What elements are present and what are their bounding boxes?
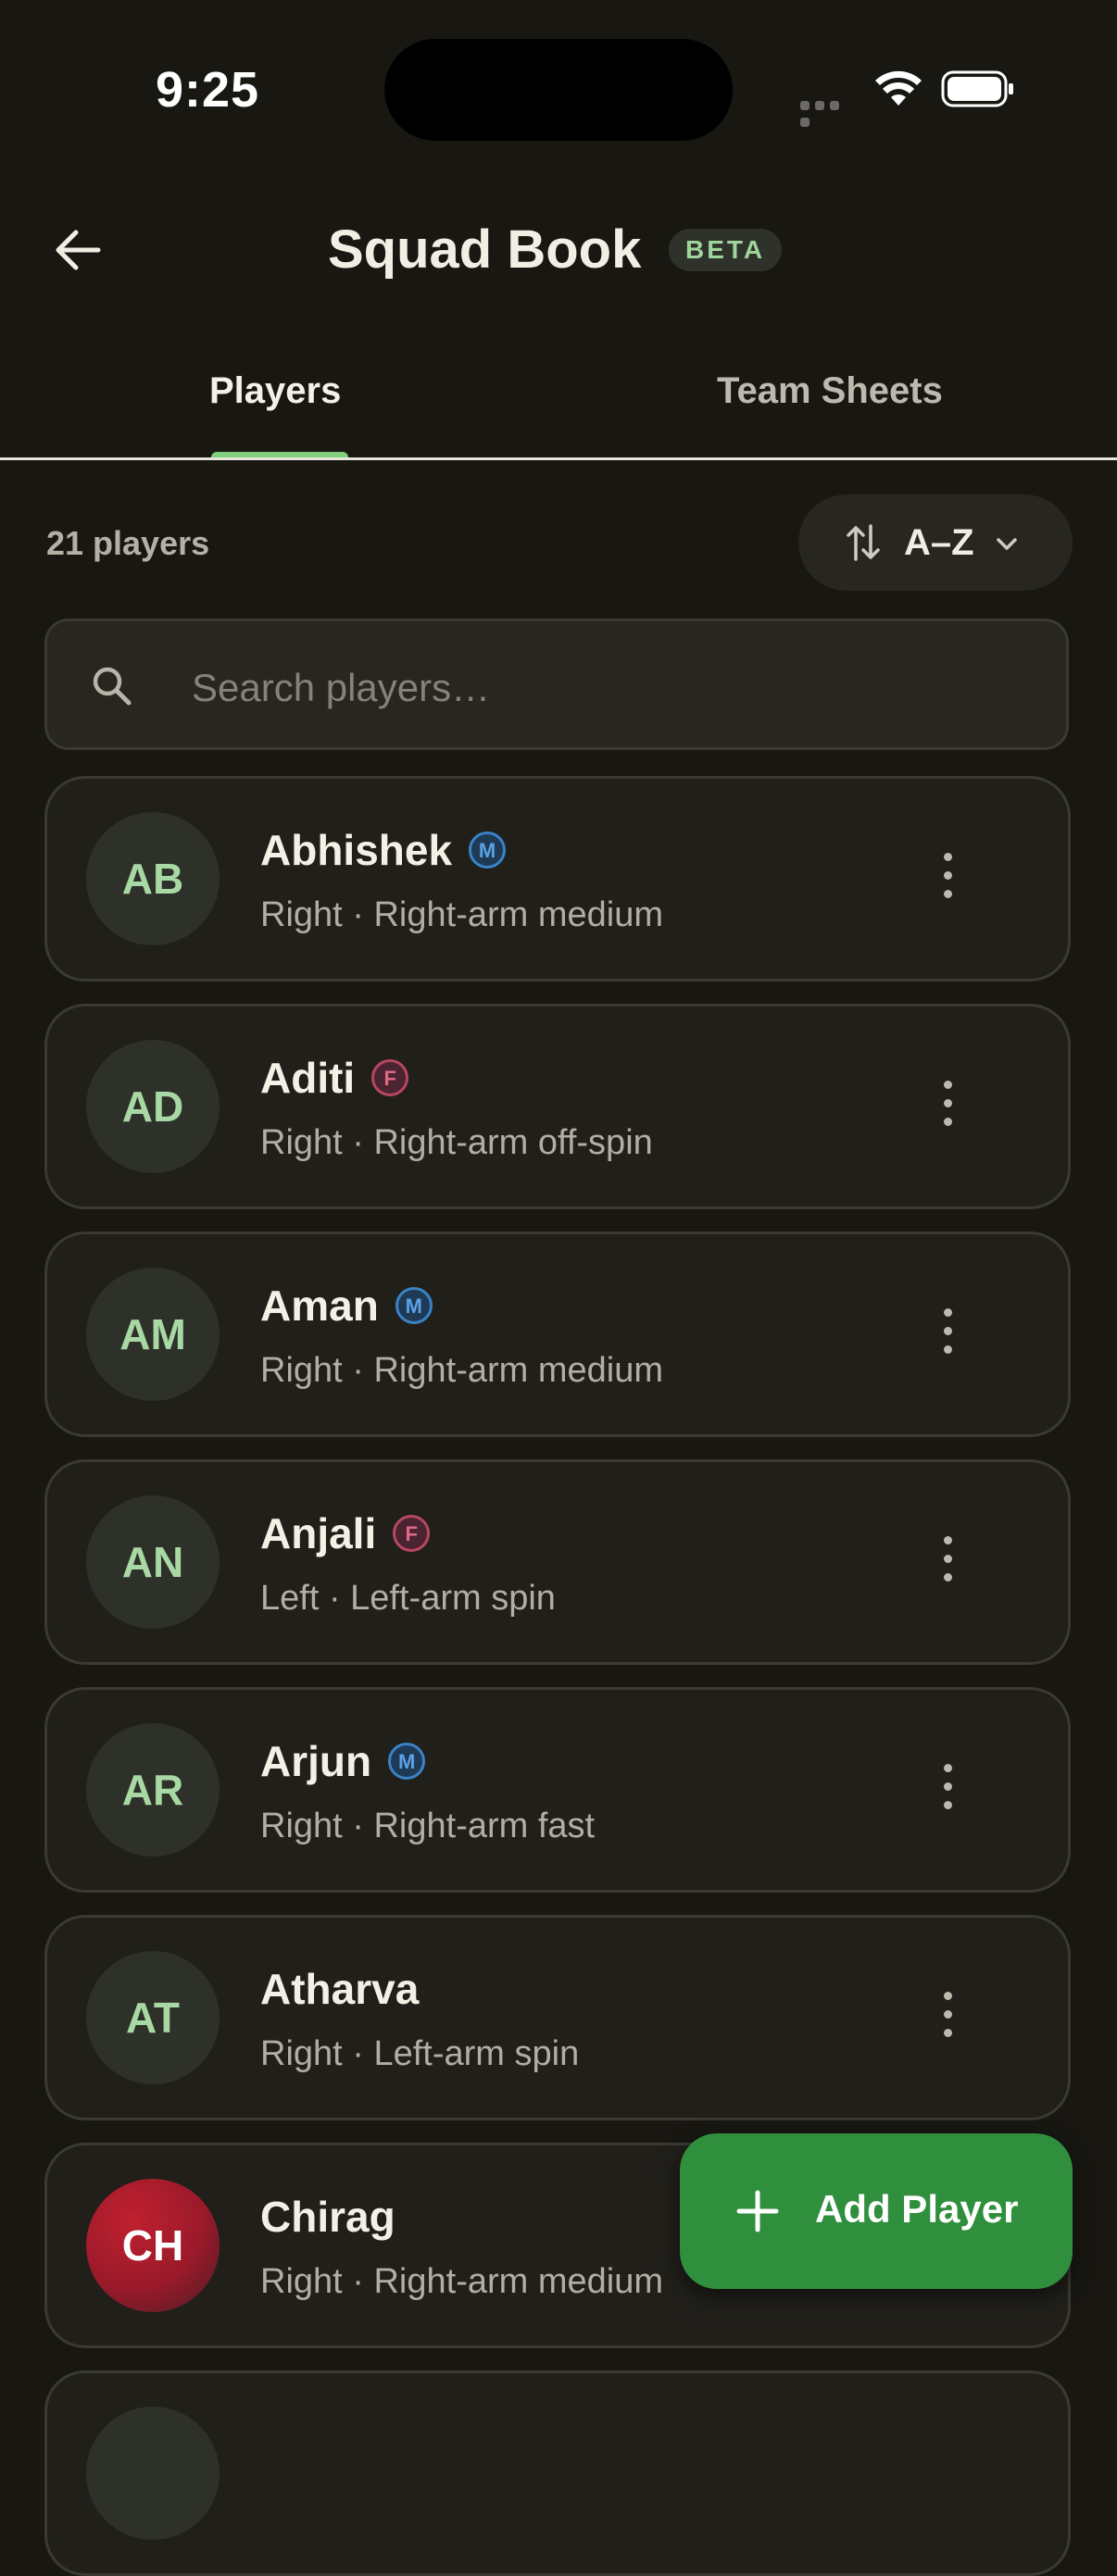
avatar: AD xyxy=(86,1040,220,1173)
tab-players[interactable]: Players xyxy=(209,370,341,412)
player-card[interactable]: AD Aditi F Right · Right-arm off-spin xyxy=(44,1004,1071,1209)
player-name-row: Aditi F xyxy=(260,1053,409,1103)
avatar: CH xyxy=(86,2179,220,2312)
more-options-icon[interactable] xyxy=(936,1992,959,2047)
more-options-icon[interactable] xyxy=(936,1536,959,1592)
avatar: AB xyxy=(86,812,220,945)
sort-icon xyxy=(847,524,880,561)
avatar: AN xyxy=(86,1495,220,1629)
player-card[interactable]: AN Anjali F Left · Left-arm spin xyxy=(44,1459,1071,1665)
signal-icon xyxy=(800,98,856,127)
player-name-row: Anjali F xyxy=(260,1508,431,1558)
avatar: AM xyxy=(86,1268,220,1401)
player-description: Right · Right-arm medium xyxy=(260,1351,663,1390)
page-title: Squad Book xyxy=(328,219,642,280)
plus-icon xyxy=(736,2190,779,2232)
player-name-row: Aman M xyxy=(260,1281,433,1331)
more-options-icon[interactable] xyxy=(936,1308,959,1364)
player-name: Aman xyxy=(260,1282,379,1330)
tab-bar: Players Team Sheets xyxy=(0,343,1117,459)
avatar: AT xyxy=(86,1951,220,2084)
gender-badge-female: F xyxy=(393,1514,431,1552)
player-card[interactable]: AR Arjun M Right · Right-arm fast xyxy=(44,1687,1071,1893)
player-name-row: Arjun M xyxy=(260,1736,426,1786)
wifi-icon xyxy=(875,70,922,106)
player-description: Right · Right-arm fast xyxy=(260,1807,596,1845)
search-icon xyxy=(93,667,132,706)
search-input[interactable] xyxy=(190,655,1009,721)
player-description: Right · Right-arm medium xyxy=(260,2262,663,2301)
avatar xyxy=(86,2407,220,2540)
player-description: Right · Right-arm medium xyxy=(260,895,663,934)
player-name: Abhishek xyxy=(260,826,453,874)
chevron-down-icon xyxy=(997,538,1017,550)
player-description: Right · Left-arm spin xyxy=(260,2034,580,2073)
player-name: Aditi xyxy=(260,1054,356,1102)
player-count: 21 players xyxy=(46,524,210,562)
beta-badge: BETA xyxy=(669,229,783,271)
more-options-icon[interactable] xyxy=(936,853,959,908)
status-time: 9:25 xyxy=(156,62,260,118)
player-card[interactable]: AT Atharva Right · Left-arm spin xyxy=(44,1915,1071,2120)
search-bar xyxy=(44,619,1069,750)
more-options-icon[interactable] xyxy=(936,1764,959,1819)
player-description: Right · Right-arm off-spin xyxy=(260,1123,653,1162)
add-player-label: Add Player xyxy=(815,2187,1019,2231)
player-card[interactable] xyxy=(44,2370,1071,2576)
gender-badge-male: M xyxy=(469,831,507,869)
avatar: AR xyxy=(86,1723,220,1857)
tab-team-sheets[interactable]: Team Sheets xyxy=(717,370,943,412)
gender-badge-male: M xyxy=(395,1286,433,1324)
battery-icon xyxy=(941,70,1013,107)
gender-badge-female: F xyxy=(371,1058,409,1096)
sort-label: A–Z xyxy=(904,522,974,563)
player-name: Arjun xyxy=(260,1737,372,1785)
more-options-icon[interactable] xyxy=(936,1081,959,1136)
dynamic-island xyxy=(384,39,733,141)
sort-button[interactable]: A–Z xyxy=(798,494,1073,591)
player-name-row: Atharva xyxy=(260,1964,419,2014)
back-arrow-icon[interactable] xyxy=(50,222,106,278)
player-name: Chirag xyxy=(260,2193,395,2241)
player-description: Left · Left-arm spin xyxy=(260,1579,556,1618)
tab-divider xyxy=(0,457,1117,460)
player-name: Atharva xyxy=(260,1965,420,2013)
player-name-row: Chirag xyxy=(260,2192,395,2242)
player-card[interactable]: AM Aman M Right · Right-arm medium xyxy=(44,1232,1071,1437)
player-name: Anjali xyxy=(260,1509,377,1557)
status-bar: 9:25 xyxy=(0,0,1117,176)
add-player-button[interactable]: Add Player xyxy=(680,2133,1073,2289)
gender-badge-male: M xyxy=(388,1742,426,1780)
player-name-row: Abhishek M xyxy=(260,825,507,875)
player-card[interactable]: AB Abhishek M Right · Right-arm medium xyxy=(44,776,1071,982)
